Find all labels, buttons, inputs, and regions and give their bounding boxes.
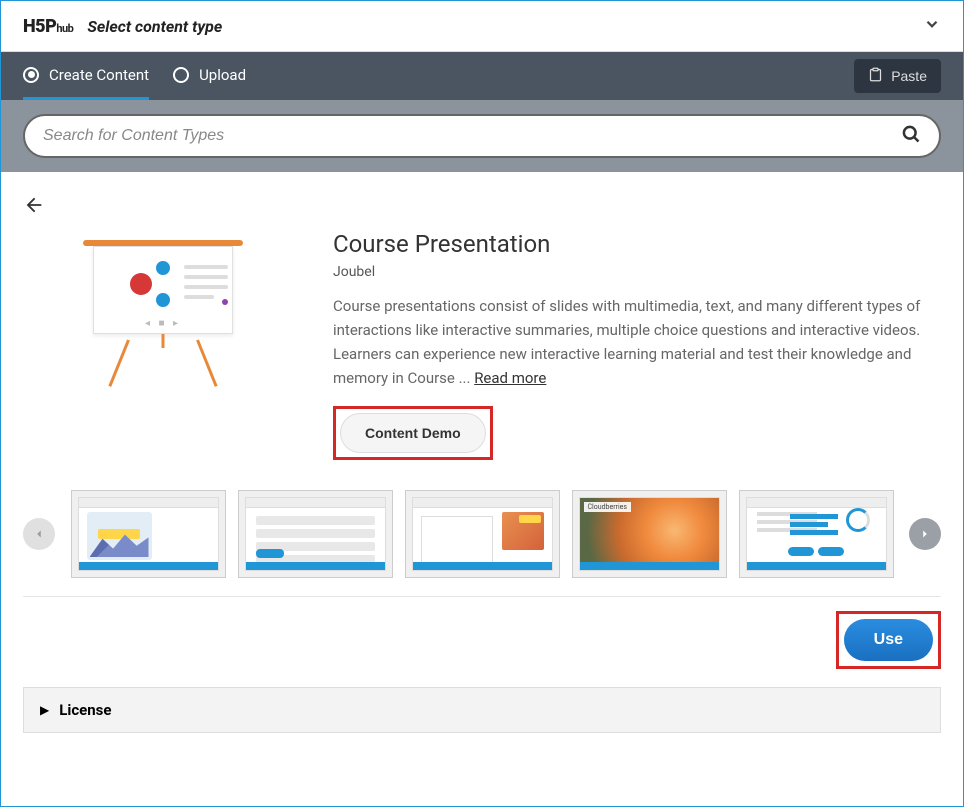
license-label: License bbox=[59, 701, 111, 719]
use-button[interactable]: Use bbox=[844, 619, 933, 661]
screenshot-thumb[interactable] bbox=[71, 490, 226, 578]
paste-button[interactable]: Paste bbox=[854, 59, 941, 93]
search-field[interactable] bbox=[23, 114, 941, 158]
radio-selected-icon bbox=[23, 67, 39, 83]
content-demo-button[interactable]: Content Demo bbox=[340, 413, 486, 453]
content-type-icon: ◂ ■ ▸ bbox=[23, 230, 303, 460]
tab-create-content[interactable]: Create Content bbox=[23, 52, 149, 100]
read-more-link[interactable]: Read more bbox=[474, 369, 546, 387]
content-author: Joubel bbox=[333, 264, 941, 280]
screenshot-thumb[interactable] bbox=[405, 490, 560, 578]
search-input[interactable] bbox=[43, 127, 901, 145]
search-icon[interactable] bbox=[901, 124, 921, 148]
tab-upload[interactable]: Upload bbox=[173, 52, 246, 100]
carousel-prev-icon[interactable] bbox=[23, 518, 55, 550]
search-section bbox=[1, 100, 963, 172]
demo-highlight: Content Demo bbox=[333, 406, 493, 460]
use-row: Use bbox=[23, 611, 941, 669]
content-description: Course presentations consist of slides w… bbox=[333, 294, 941, 390]
clipboard-icon bbox=[868, 67, 883, 85]
thumbnails: Cloudberries bbox=[67, 490, 897, 578]
tabs: Create Content Upload bbox=[23, 52, 246, 100]
tabs-bar: Create Content Upload Paste bbox=[1, 52, 963, 100]
detail-info: Course Presentation Joubel Course presen… bbox=[333, 230, 941, 460]
header-left: H5Phub Select content type bbox=[23, 16, 222, 37]
header-title: Select content type bbox=[87, 17, 222, 36]
radio-icon bbox=[173, 67, 189, 83]
presentation-icon: ◂ ■ ▸ bbox=[73, 240, 253, 390]
tab-label: Upload bbox=[199, 66, 246, 84]
triangle-right-icon: ▶ bbox=[40, 703, 49, 717]
content-title: Course Presentation bbox=[333, 230, 941, 258]
use-highlight: Use bbox=[836, 611, 941, 669]
h5p-logo: H5Phub bbox=[23, 16, 73, 37]
paste-label: Paste bbox=[891, 68, 927, 84]
header-bar[interactable]: H5Phub Select content type bbox=[1, 1, 963, 52]
back-arrow-icon[interactable] bbox=[23, 194, 45, 222]
screenshots-row: Cloudberries bbox=[23, 490, 941, 597]
license-accordion[interactable]: ▶ License bbox=[23, 687, 941, 733]
screenshot-thumb[interactable] bbox=[739, 490, 894, 578]
chevron-down-icon[interactable] bbox=[923, 15, 941, 37]
screenshot-thumb[interactable]: Cloudberries bbox=[572, 490, 727, 578]
content-area: ◂ ■ ▸ Course Presentation Joubel Course … bbox=[1, 172, 963, 755]
screenshot-thumb[interactable] bbox=[238, 490, 393, 578]
detail-row: ◂ ■ ▸ Course Presentation Joubel Course … bbox=[23, 230, 941, 460]
carousel-next-icon[interactable] bbox=[909, 518, 941, 550]
tab-label: Create Content bbox=[49, 66, 149, 84]
